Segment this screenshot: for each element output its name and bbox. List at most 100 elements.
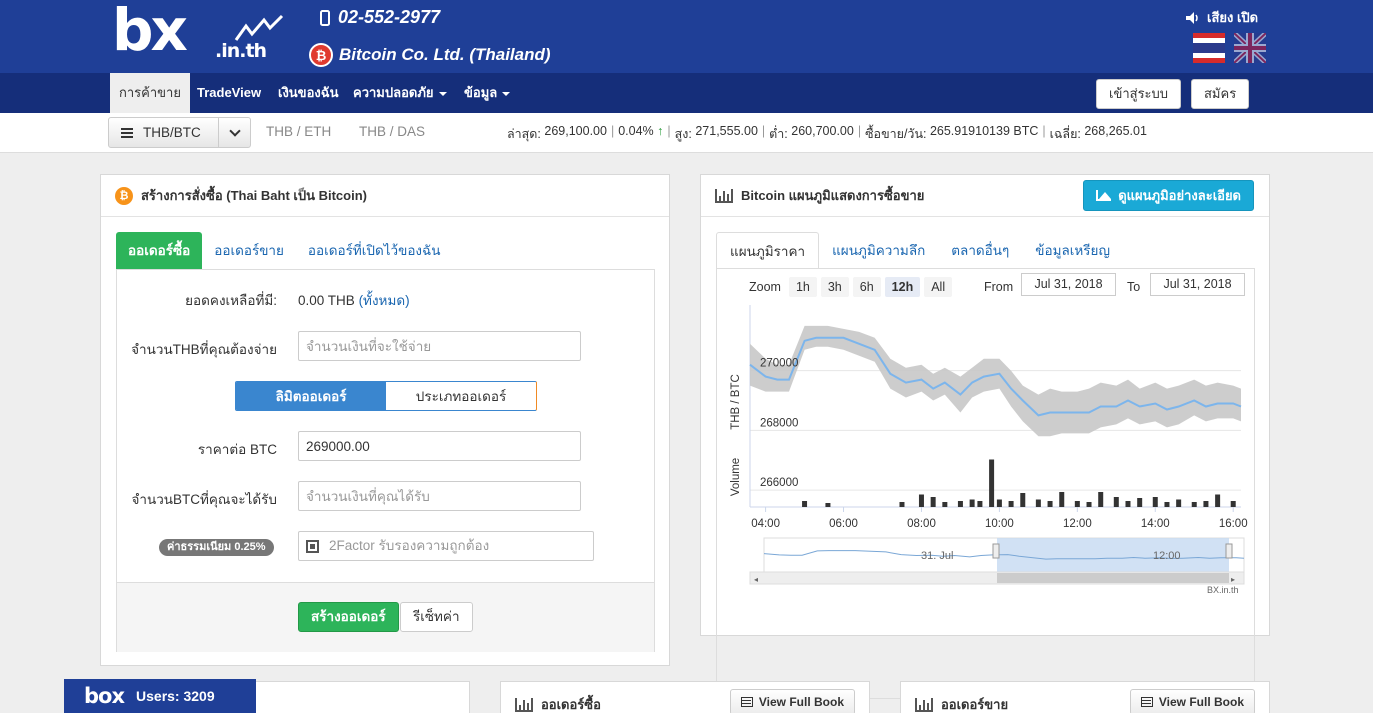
create-order-button[interactable]: สร้างออเดอร์ [298,602,399,632]
tab-sell-order[interactable]: ออเดอร์ขาย [202,232,296,269]
volume-bar [1098,492,1104,507]
limit-order-button[interactable]: ลิมิตออเดอร์ [236,382,386,410]
to-label: To [1127,280,1141,294]
table-icon [740,697,753,707]
phone-text: 02-552-2977 [338,7,441,27]
volume-label: ซื้อขาย/วัน: [865,127,927,141]
menu-icon [121,127,133,138]
pair-link-das[interactable]: THB / DAS [359,124,425,139]
tab-price-chart[interactable]: แผนภูมิราคา [716,232,820,269]
nav-item-info[interactable]: ข้อมูล [455,73,519,113]
volume-bar [1074,501,1080,507]
scroll-left-icon[interactable]: ◂ [754,575,758,584]
caret-down-icon [502,91,511,96]
volume-bar [825,503,831,507]
volume-bar [1125,501,1131,507]
order-form-footer: สร้างออเดอร์ รีเซ็ทค่า [117,582,654,652]
arrow-up-icon: ↑ [657,124,664,138]
volume-bar [957,501,963,507]
volume-bar [1191,502,1197,507]
zoom-12h-button[interactable]: 12h [884,277,921,297]
nav-item-tradeview[interactable]: TradeView [188,73,270,113]
volume-bar [1203,501,1209,507]
scrollbar-thumb[interactable] [997,573,1229,583]
order-form-title: สร้างการสั่งซื้อ (Thai Baht เป็น Bitcoin… [141,188,367,203]
bx-logo[interactable]: bx .in.th [112,0,287,68]
thai-flag-icon[interactable] [1193,33,1225,63]
y-tick-label: 268000 [760,417,798,429]
company-text: Bitcoin Co. Ltd. (Thailand) [339,45,551,64]
tab-depth-chart[interactable]: แผนภูมิความลึก [819,232,938,269]
pair-selector-main[interactable]: THB/BTC [109,118,219,147]
volume-bar [1047,501,1053,507]
price-input[interactable] [298,431,581,461]
volume-bar [1152,497,1158,507]
btc-amount-label: จำนวนBTCที่คุณจะได้รับ [131,492,277,507]
logo-sub-text: .in.th [215,40,267,62]
chart-box: Zoom 1h 3h 6h 12h All From Jul 31, 2018 … [716,268,1255,699]
use-all-balance-link[interactable]: (ทั้งหมด) [359,293,410,308]
bitcoin-icon: ₿ [115,186,133,205]
tab-my-open-orders[interactable]: ออเดอร์ที่เปิดไว้ของฉัน [296,232,453,269]
volume-bar [930,497,936,507]
navigator-selection[interactable] [997,538,1229,572]
reset-button[interactable]: รีเซ็ทค่า [400,602,473,632]
to-date-input[interactable]: Jul 31, 2018 [1150,273,1245,296]
zoom-1h-button[interactable]: 1h [788,277,817,297]
sound-label: เสียง เปิด [1207,10,1259,25]
nav-item-trade[interactable]: การค้าขาย [110,73,190,113]
uk-flag-icon[interactable] [1234,33,1266,63]
low-label: ต่ำ: [769,127,788,141]
from-date-input[interactable]: Jul 31, 2018 [1021,273,1116,296]
view-full-book-buy-button[interactable]: View Full Book [729,689,855,713]
area-chart-icon [1096,190,1112,201]
navigator-handle-right[interactable] [1225,543,1233,559]
thb-amount-input[interactable] [298,331,581,361]
chat-tab[interactable]: box Users: 3209 [64,679,256,713]
view-full-book-sell-button[interactable]: View Full Book [1129,689,1255,713]
nav-item-label: การค้าขาย [119,85,181,100]
tab-buy-order[interactable]: ออเดอร์ซื้อ [116,232,203,269]
pair-selector[interactable]: THB/BTC [108,117,251,148]
detailed-chart-button[interactable]: ดูแผนภูมิอย่างละเอียด [1083,180,1254,211]
signup-button[interactable]: สมัคร [1191,79,1250,109]
y-tick-label: 266000 [760,477,798,489]
y-tick-label: 270000 [760,358,798,370]
caret-down-icon [438,91,447,96]
x-tick-label: 08:00 [907,518,936,530]
tab-coin-info[interactable]: ข้อมูลเหรียญ [1022,232,1123,269]
chart-panel-title: Bitcoin แผนภูมิแสดงการซื้อขาย [741,188,925,203]
ticker-bar: THB/BTC THB / ETH THB / DAS ล่าสุด: 269,… [0,113,1373,153]
zoom-all-button[interactable]: All [924,277,953,297]
sound-toggle[interactable]: เสียง เปิด [1186,7,1258,28]
chart-tabs: แผนภูมิราคา แผนภูมิความลึก ตลาดอื่นๆ ข้อ… [716,232,1123,269]
scroll-right-icon[interactable]: ▸ [1231,575,1235,584]
order-type-button[interactable]: ประเภทออเดอร์ [386,382,536,410]
balance-value: 0.00 THB (ทั้งหมด) [298,289,410,311]
buy-orders-title: ออเดอร์ซื้อ [541,697,601,712]
nav-item-security[interactable]: ความปลอดภัย [344,73,456,113]
btc-amount-input[interactable] [298,481,581,511]
order-form-panel: ₿ สร้างการสั่งซื้อ (Thai Baht เป็น Bitco… [100,174,670,666]
y-axis-label: THB / BTC [730,374,742,430]
login-button[interactable]: เข้าสู่ระบบ [1096,79,1182,109]
sell-orders-header: ออเดอร์ขาย [915,694,1008,713]
online-users: Users: 3209 [136,688,215,704]
navigator-handle-left[interactable] [992,543,1000,559]
nav-item-my-money[interactable]: เงินของฉัน [269,73,347,113]
volume-bar [1176,499,1182,507]
phone-number: 02-552-2977 [320,7,440,28]
pair-link-eth[interactable]: THB / ETH [266,124,331,139]
zoom-6h-button[interactable]: 6h [852,277,881,297]
twofactor-input[interactable]: 2Factor รับรองความถูกต้อง [298,531,594,561]
volume-bar [1008,501,1014,507]
volume-bar [996,499,1002,507]
tab-other-markets[interactable]: ตลาดอื่นๆ [938,232,1022,269]
zoom-3h-button[interactable]: 3h [820,277,849,297]
pair-dropdown-toggle[interactable] [219,118,250,147]
sell-orders-panel: ออเดอร์ขาย View Full Book [900,681,1270,713]
x-tick-label: 06:00 [829,518,858,530]
buy-orders-panel: ออเดอร์ซื้อ View Full Book [500,681,870,713]
high-price: 271,555.00 [695,124,758,138]
fee-badge: ค่าธรรมเนียม 0.25% [159,539,274,556]
